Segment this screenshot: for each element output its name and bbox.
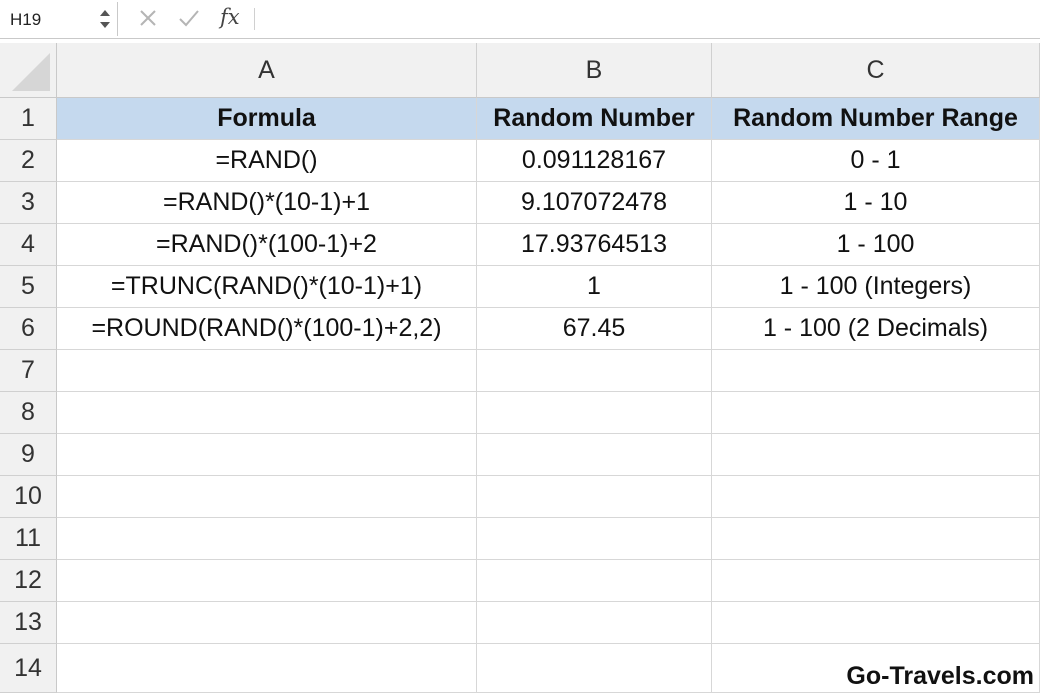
name-box-stepper-icon[interactable] xyxy=(98,6,112,32)
row-header-2[interactable]: 2 xyxy=(0,140,57,182)
column-header-b[interactable]: B xyxy=(477,43,712,98)
cell-b7[interactable] xyxy=(477,350,712,392)
cell-c2[interactable]: 0 - 1 xyxy=(712,140,1040,182)
row-header-4[interactable]: 4 xyxy=(0,224,57,266)
cell-b13[interactable] xyxy=(477,602,712,644)
formula-bar-divider xyxy=(254,8,255,30)
cell-a6[interactable]: =ROUND(RAND()*(100-1)+2,2) xyxy=(57,308,477,350)
cell-b11[interactable] xyxy=(477,518,712,560)
cell-a3[interactable]: =RAND()*(10-1)+1 xyxy=(57,182,477,224)
cell-a13[interactable] xyxy=(57,602,477,644)
name-box-value: H19 xyxy=(10,10,42,29)
row-header-11[interactable]: 11 xyxy=(0,518,57,560)
row-header-14[interactable]: 14 xyxy=(0,644,57,693)
row-header-6[interactable]: 6 xyxy=(0,308,57,350)
insert-function-icon[interactable]: fx xyxy=(220,5,240,29)
column-header-a[interactable]: A xyxy=(57,43,477,98)
cell-a11[interactable] xyxy=(57,518,477,560)
cell-a14[interactable] xyxy=(57,644,477,693)
cell-b2[interactable]: 0.091128167 xyxy=(477,140,712,182)
cell-c6[interactable]: 1 - 100 (2 Decimals) xyxy=(712,308,1040,350)
watermark: Go-Travels.com xyxy=(844,662,1036,691)
cell-a5[interactable]: =TRUNC(RAND()*(10-1)+1) xyxy=(57,266,477,308)
cell-c9[interactable] xyxy=(712,434,1040,476)
row-header-7[interactable]: 7 xyxy=(0,350,57,392)
row-header-3[interactable]: 3 xyxy=(0,182,57,224)
cell-a4[interactable]: =RAND()*(100-1)+2 xyxy=(57,224,477,266)
cell-b5[interactable]: 1 xyxy=(477,266,712,308)
formula-bar: H19 fx xyxy=(0,0,1040,39)
cell-b1[interactable]: Random Number xyxy=(477,98,712,140)
row-header-1[interactable]: 1 xyxy=(0,98,57,140)
cell-a12[interactable] xyxy=(57,560,477,602)
cell-c8[interactable] xyxy=(712,392,1040,434)
row-header-12[interactable]: 12 xyxy=(0,560,57,602)
cell-c4[interactable]: 1 - 100 xyxy=(712,224,1040,266)
column-header-c[interactable]: C xyxy=(712,43,1040,98)
cell-a9[interactable] xyxy=(57,434,477,476)
cell-b10[interactable] xyxy=(477,476,712,518)
cell-a2[interactable]: =RAND() xyxy=(57,140,477,182)
cell-c3[interactable]: 1 - 10 xyxy=(712,182,1040,224)
select-all-corner[interactable] xyxy=(0,43,57,98)
cell-a10[interactable] xyxy=(57,476,477,518)
cell-b9[interactable] xyxy=(477,434,712,476)
cell-b4[interactable]: 17.93764513 xyxy=(477,224,712,266)
formula-input[interactable] xyxy=(260,2,1036,36)
worksheet-grid: A B C 1 2 3 4 5 6 7 8 9 10 11 12 13 14 F… xyxy=(0,43,1040,693)
select-all-triangle-icon xyxy=(12,53,50,91)
cell-c11[interactable] xyxy=(712,518,1040,560)
cell-c1[interactable]: Random Number Range xyxy=(712,98,1040,140)
row-header-5[interactable]: 5 xyxy=(0,266,57,308)
row-header-9[interactable]: 9 xyxy=(0,434,57,476)
cell-b6[interactable]: 67.45 xyxy=(477,308,712,350)
row-header-13[interactable]: 13 xyxy=(0,602,57,644)
cell-b12[interactable] xyxy=(477,560,712,602)
cell-c5[interactable]: 1 - 100 (Integers) xyxy=(712,266,1040,308)
enter-check-icon[interactable] xyxy=(177,6,201,30)
cell-c10[interactable] xyxy=(712,476,1040,518)
cell-c12[interactable] xyxy=(712,560,1040,602)
cell-b14[interactable] xyxy=(477,644,712,693)
name-box[interactable]: H19 xyxy=(0,2,118,36)
cell-b8[interactable] xyxy=(477,392,712,434)
cell-b3[interactable]: 9.107072478 xyxy=(477,182,712,224)
cancel-icon[interactable] xyxy=(136,6,160,30)
row-header-10[interactable]: 10 xyxy=(0,476,57,518)
cell-c7[interactable] xyxy=(712,350,1040,392)
cell-a1[interactable]: Formula xyxy=(57,98,477,140)
cell-a8[interactable] xyxy=(57,392,477,434)
cell-c13[interactable] xyxy=(712,602,1040,644)
cell-a7[interactable] xyxy=(57,350,477,392)
row-header-8[interactable]: 8 xyxy=(0,392,57,434)
